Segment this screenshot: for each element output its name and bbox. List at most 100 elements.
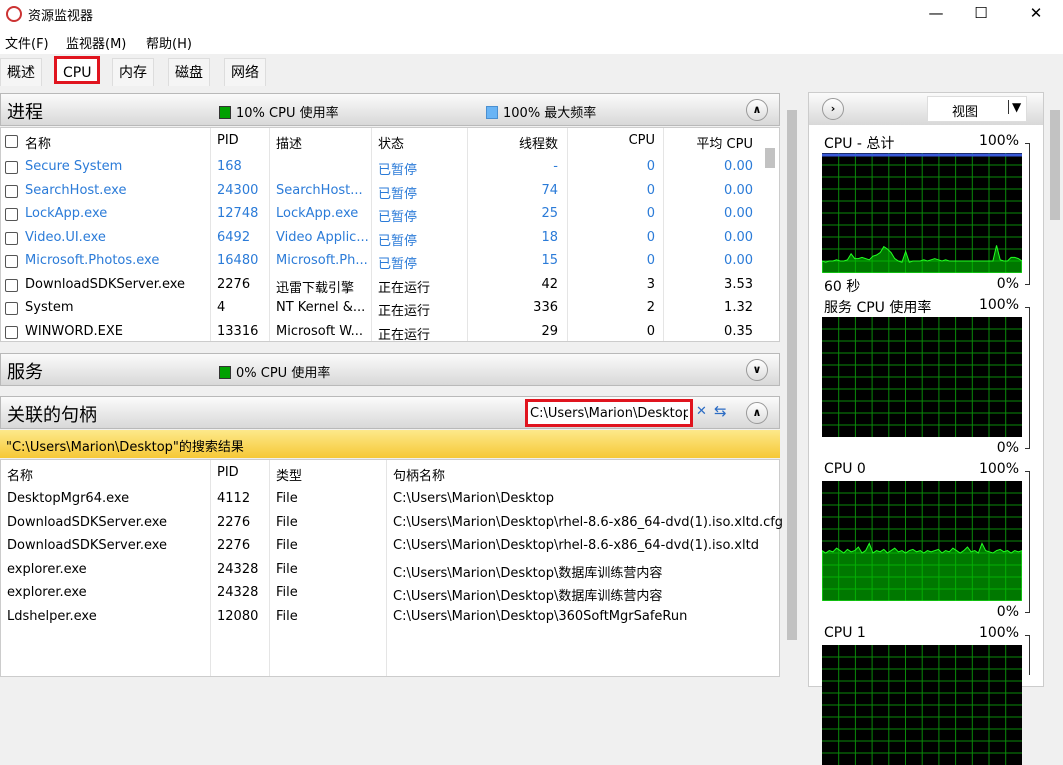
process-cell: DownloadSDKServer.exe: [25, 276, 186, 292]
tab-memory[interactable]: 内存: [112, 58, 154, 86]
handle-row[interactable]: DownloadSDKServer.exe 2276 File C:\Users\Ma…: [1, 512, 783, 535]
handle-cell: 24328: [217, 585, 259, 600]
process-cell: 42: [541, 276, 558, 292]
process-cell: 0.00: [724, 229, 753, 245]
column-header[interactable]: 名称: [7, 465, 33, 484]
minimize-button[interactable]: —: [913, 0, 959, 28]
graph-title: CPU 0: [824, 461, 866, 477]
refresh-search-icon[interactable]: ⇆: [714, 402, 727, 420]
process-checkbox[interactable]: [5, 302, 18, 315]
column-header[interactable]: 状态: [378, 133, 404, 152]
handle-cell: 24328: [217, 561, 259, 577]
process-cell: 15: [541, 253, 558, 268]
menu-monitor[interactable]: 监视器(M): [66, 33, 126, 52]
graph-title: CPU - 总计: [824, 136, 895, 152]
process-checkbox[interactable]: [5, 161, 18, 174]
menu-file[interactable]: 文件(F): [5, 33, 49, 52]
services-header[interactable]: 服务 0% CPU 使用率 ∨: [0, 353, 780, 386]
process-row[interactable]: Secure System 168 已暂停 - 0 0.00: [1, 156, 761, 179]
column-header[interactable]: 线程数: [519, 133, 558, 152]
process-cell: 0.00: [724, 182, 753, 198]
handle-cell: explorer.exe: [7, 585, 87, 600]
resource-monitor-icon: [6, 6, 22, 22]
process-checkbox[interactable]: [5, 208, 18, 221]
graph-max-label: 100%: [978, 297, 1019, 313]
close-button[interactable]: ✕: [1013, 0, 1059, 28]
column-header[interactable]: 描述: [276, 133, 302, 152]
graph-time-label: 60 秒: [824, 279, 861, 295]
graph-min-label: 0%: [996, 604, 1019, 620]
process-cell: SearchHost...: [276, 182, 363, 198]
process-cell: 3.53: [724, 276, 753, 292]
handle-cell: File: [276, 538, 298, 553]
graphs-toolbar: › 视图 ▼: [809, 93, 1043, 125]
column-header[interactable]: 类型: [276, 465, 302, 484]
tab-disk[interactable]: 磁盘: [168, 58, 210, 86]
process-cell: NT Kernel &...: [276, 300, 366, 315]
handle-cell: DesktopMgr64.exe: [7, 491, 130, 506]
process-checkbox[interactable]: [5, 231, 18, 245]
process-cell: 13316: [217, 323, 259, 339]
column-header[interactable]: PID: [217, 465, 239, 480]
handle-cell: C:\Users\Marion\Desktop: [393, 491, 554, 506]
handle-row[interactable]: Ldshelper.exe 12080 File C:\Users\Marion\De…: [1, 606, 779, 629]
select-all-checkbox[interactable]: [5, 135, 18, 148]
tab-network[interactable]: 网络: [224, 58, 266, 86]
processes-scrollbar-thumb[interactable]: [765, 148, 775, 168]
clear-search-icon[interactable]: ✕: [696, 404, 707, 419]
window-title: 资源监视器: [28, 9, 94, 24]
expand-services-button[interactable]: ∨: [746, 359, 768, 381]
tab-overview[interactable]: 概述: [0, 58, 42, 86]
process-checkbox[interactable]: [5, 325, 18, 339]
handle-cell: C:\Users\Marion\Desktop\数据库训练营内容: [393, 565, 663, 581]
main-scrollbar-thumb[interactable]: [787, 110, 797, 640]
column-header[interactable]: CPU: [629, 133, 655, 148]
process-cell: 正在运行: [378, 280, 431, 296]
handle-row[interactable]: explorer.exe 24328 File C:\Users\Marion\Des…: [1, 559, 779, 582]
graph-scale-bracket: [1025, 471, 1030, 613]
process-checkbox[interactable]: [5, 184, 18, 198]
handle-row[interactable]: explorer.exe 24328 File C:\Users\Marion\Des…: [1, 582, 779, 605]
main-scrollbar[interactable]: [785, 92, 800, 687]
process-row[interactable]: SearchHost.exe 24300 SearchHost... 已暂停 74 0 0.…: [1, 180, 761, 203]
process-row[interactable]: System 4 NT Kernel &... 正在运行 336 2 1.32: [1, 297, 761, 320]
process-cell: 24300: [217, 182, 259, 198]
process-cell: 0: [646, 182, 655, 198]
column-header[interactable]: 名称: [25, 133, 51, 152]
process-cell: 29: [541, 323, 558, 339]
process-row[interactable]: Video.UI.exe 6492 Video Applic... 已暂停 18 0 0.0…: [1, 227, 761, 250]
handle-search-input[interactable]: [525, 399, 693, 427]
graph-max-label: 100%: [978, 461, 1019, 477]
process-cell: 2: [646, 300, 655, 315]
graphs-scrollbar[interactable]: [1047, 92, 1063, 687]
process-cell: 0: [646, 229, 655, 245]
handle-cell: C:\Users\Marion\Desktop\rhel-8.6-x86_64-…: [393, 514, 784, 530]
process-cell: 0.00: [724, 159, 753, 174]
column-header[interactable]: 平均 CPU: [696, 133, 753, 152]
collapse-processes-button[interactable]: ∧: [746, 99, 768, 121]
collapse-graphs-button[interactable]: ›: [822, 98, 844, 120]
column-header[interactable]: 句柄名称: [393, 465, 445, 484]
column-header[interactable]: PID: [217, 133, 239, 148]
processes-table: 名称 PID 描述 状态 线程数 CPU 平均 CPU Secure System 168 已暂停…: [0, 127, 780, 344]
process-row[interactable]: DownloadSDKServer.exe 2276 迅雷下载引擎 正在运行 42 3 3.…: [1, 274, 761, 297]
menu-help[interactable]: 帮助(H): [146, 33, 192, 52]
services-title: 服务: [7, 362, 43, 383]
process-checkbox[interactable]: [5, 278, 18, 292]
process-row[interactable]: LockApp.exe 12748 LockApp.exe 已暂停 25 0 0.00: [1, 203, 761, 226]
handle-row[interactable]: DesktopMgr64.exe 4112 File C:\Users\Marion\…: [1, 488, 779, 511]
graphs-scrollbar-thumb[interactable]: [1050, 110, 1060, 220]
search-result-banner: "C:\Users\Marion\Desktop"的搜索结果: [0, 430, 780, 458]
processes-header[interactable]: 进程 10% CPU 使用率 100% 最大频率 ∧: [0, 93, 780, 126]
process-cell: 18: [541, 229, 558, 245]
handle-row[interactable]: DownloadSDKServer.exe 2276 File C:\Users\Ma…: [1, 535, 779, 558]
tab-cpu[interactable]: CPU: [54, 56, 101, 84]
view-dropdown[interactable]: 视图 ▼: [927, 96, 1027, 122]
process-row[interactable]: Microsoft.Photos.exe 16480 Microsoft.Ph...…: [1, 250, 761, 273]
maximize-button[interactable]: ☐: [958, 0, 1004, 28]
process-checkbox[interactable]: [5, 255, 18, 268]
process-cell: 0.35: [724, 323, 753, 339]
process-cell: 2276: [217, 276, 251, 292]
collapse-handles-button[interactable]: ∧: [746, 402, 768, 424]
process-row[interactable]: WINWORD.EXE 13316 Microsoft W... 正在运行 29 0 0.3…: [1, 321, 761, 344]
